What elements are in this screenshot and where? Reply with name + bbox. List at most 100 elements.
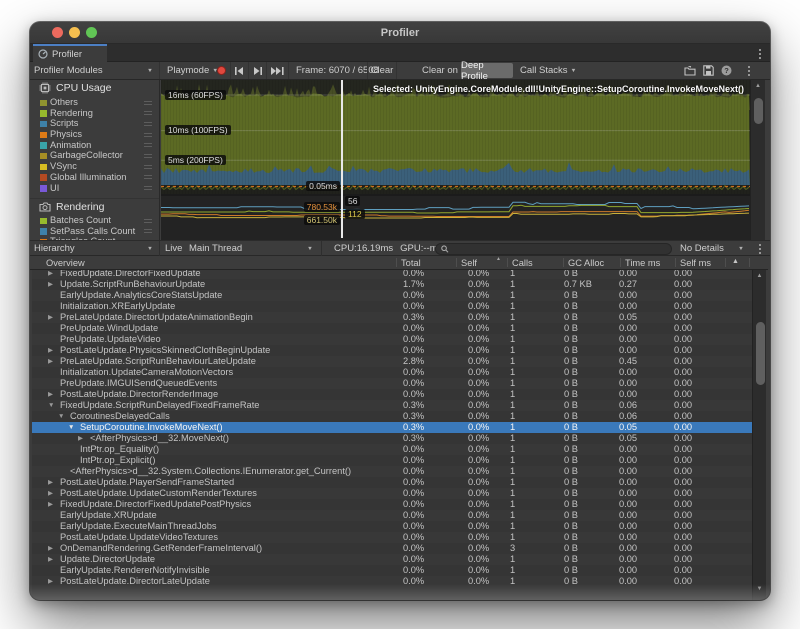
- collapse-arrow-icon[interactable]: ▼: [58, 411, 64, 423]
- collapse-arrow-icon[interactable]: ▼: [68, 422, 74, 434]
- legend-item[interactable]: VSync: [30, 161, 159, 172]
- legend-item[interactable]: Scripts: [30, 118, 159, 129]
- table-row[interactable]: IntPtr.op_Equality()0.0%0.0%10 B0.000.00: [32, 444, 752, 455]
- drag-handle-icon[interactable]: [144, 175, 152, 179]
- scroll-down-icon[interactable]: ▼: [753, 584, 766, 594]
- expand-arrow-icon[interactable]: ▶: [48, 356, 53, 368]
- col-time-ms[interactable]: Time ms: [625, 258, 660, 268]
- table-row[interactable]: ▼CoroutinesDelayedCalls0.3%0.0%10 B0.060…: [32, 411, 752, 422]
- legend-item[interactable]: GarbageCollector: [30, 150, 159, 161]
- col-total[interactable]: Total: [401, 258, 421, 268]
- table-row[interactable]: ▶PostLateUpdate.UpdateCustomRenderTextur…: [32, 488, 752, 499]
- warning-column-icon[interactable]: ▲: [732, 258, 739, 265]
- legend-item[interactable]: Batches Count: [30, 215, 159, 226]
- drag-handle-icon[interactable]: [144, 143, 152, 147]
- drag-handle-icon[interactable]: [144, 229, 152, 233]
- legend-item[interactable]: UI: [30, 183, 159, 194]
- load-profile-button[interactable]: [683, 62, 697, 79]
- toolbar-menu-icon[interactable]: [742, 62, 756, 79]
- table-row[interactable]: ▶PostLateUpdate.DirectorRenderImage0.0%0…: [32, 389, 752, 400]
- tab-menu-icon[interactable]: [759, 49, 761, 59]
- table-row[interactable]: Initialization.UpdateCameraMotionVectors…: [32, 367, 752, 378]
- frame-playhead[interactable]: [341, 80, 343, 238]
- expand-arrow-icon[interactable]: ▶: [48, 576, 53, 588]
- expand-arrow-icon[interactable]: ▶: [48, 488, 53, 500]
- col-gc-alloc[interactable]: GC Alloc: [568, 258, 604, 268]
- tab-profiler[interactable]: Profiler: [33, 44, 107, 62]
- col-self-ms[interactable]: Self ms: [680, 258, 711, 268]
- expand-arrow-icon[interactable]: ▶: [48, 345, 53, 357]
- chart-scrollbar[interactable]: ▲: [750, 80, 765, 240]
- table-row[interactable]: Initialization.XREarlyUpdate0.0%0.0%10 B…: [32, 301, 752, 312]
- table-row[interactable]: PreUpdate.UpdateVideo0.0%0.0%10 B0.000.0…: [32, 334, 752, 345]
- search-input[interactable]: [452, 244, 666, 254]
- table-row[interactable]: EarlyUpdate.RendererNotifyInvisible0.0%0…: [32, 565, 752, 576]
- table-row[interactable]: ▶PostLateUpdate.DirectorLateUpdate0.0%0.…: [32, 576, 752, 587]
- scroll-up-icon[interactable]: ▲: [751, 81, 765, 91]
- profiler-modules-dropdown[interactable]: Profiler Modules ▼: [30, 62, 160, 79]
- playmode-dropdown[interactable]: Playmode ▼: [163, 62, 211, 79]
- drag-handle-icon[interactable]: [144, 154, 152, 158]
- table-scrollbar-thumb[interactable]: [756, 322, 765, 385]
- hierarchy-table[interactable]: ▶FixedUpdate.DirectorFixedUpdate0.0%0.0%…: [32, 270, 752, 600]
- chart-scrollbar-thumb[interactable]: [754, 98, 763, 124]
- table-row[interactable]: ▶PostLateUpdate.PlayerSendFrameStarted0.…: [32, 477, 752, 488]
- table-row[interactable]: EarlyUpdate.ExecuteMainThreadJobs0.0%0.0…: [32, 521, 752, 532]
- search-field[interactable]: [435, 243, 672, 255]
- table-row[interactable]: <AfterPhysics>d__32.System.Collections.I…: [32, 466, 752, 477]
- details-dropdown[interactable]: No Details ▼: [676, 241, 748, 256]
- table-row[interactable]: PreUpdate.WindUpdate0.0%0.0%10 B0.000.00: [32, 323, 752, 334]
- help-button[interactable]: ?: [719, 62, 733, 79]
- record-button[interactable]: [213, 62, 231, 79]
- module-cpu-header[interactable]: CPU Usage: [30, 80, 159, 96]
- legend-item[interactable]: SetPass Calls Count: [30, 226, 159, 237]
- table-row[interactable]: EarlyUpdate.XRUpdate0.0%0.0%10 B0.000.00: [32, 510, 752, 521]
- table-row[interactable]: ▶FixedUpdate.DirectorFixedUpdatePostPhys…: [32, 499, 752, 510]
- drag-handle-icon[interactable]: [144, 101, 152, 105]
- table-row[interactable]: PreUpdate.IMGUISendQueuedEvents0.0%0.0%1…: [32, 378, 752, 389]
- current-frame-button[interactable]: [267, 62, 289, 79]
- deep-profile-button[interactable]: Deep Profile: [461, 63, 513, 78]
- table-row[interactable]: ▶PreLateUpdate.ScriptRunBehaviourLateUpd…: [32, 356, 752, 367]
- legend-item[interactable]: Animation: [30, 140, 159, 151]
- prev-frame-button[interactable]: [231, 62, 249, 79]
- table-row[interactable]: ▶Update.ScriptRunBehaviourUpdate1.7%0.0%…: [32, 279, 752, 290]
- table-row[interactable]: ▶PostLateUpdate.PhysicsSkinnedClothBegin…: [32, 345, 752, 356]
- table-row[interactable]: ▶Update.DirectorUpdate0.0%0.0%10 B0.000.…: [32, 554, 752, 565]
- col-overview[interactable]: Overview: [46, 258, 85, 268]
- col-calls[interactable]: Calls: [512, 258, 533, 268]
- table-row[interactable]: PostLateUpdate.UpdateVideoTextures0.0%0.…: [32, 532, 752, 543]
- save-profile-button[interactable]: [701, 62, 715, 79]
- drag-handle-icon[interactable]: [144, 133, 152, 137]
- rendering-chart[interactable]: 780.53k 661.50k 56 112: [161, 196, 750, 238]
- cpu-usage-chart[interactable]: 16ms (60FPS) 10ms (100FPS) 5ms (200FPS) …: [161, 80, 750, 194]
- legend-item[interactable]: Global Illumination: [30, 172, 159, 183]
- collapse-arrow-icon[interactable]: ▼: [48, 400, 54, 412]
- table-scrollbar[interactable]: ▲ ▼: [752, 270, 766, 600]
- table-row[interactable]: ▶<AfterPhysics>d__32.MoveNext()0.3%0.0%1…: [32, 433, 752, 444]
- thread-dropdown[interactable]: Main Thread ▼: [185, 241, 322, 256]
- col-self[interactable]: Self: [461, 258, 477, 268]
- table-row-selected[interactable]: ▼SetupCoroutine.InvokeMoveNext()0.3%0.0%…: [32, 422, 752, 433]
- expand-arrow-icon[interactable]: ▶: [48, 389, 53, 401]
- next-frame-button[interactable]: [249, 62, 267, 79]
- table-row[interactable]: ▼FixedUpdate.ScriptRunDelayedFixedFrameR…: [32, 400, 752, 411]
- drag-handle-icon[interactable]: [144, 122, 152, 126]
- legend-item[interactable]: Physics: [30, 129, 159, 140]
- table-row[interactable]: IntPtr.op_Explicit()0.0%0.0%10 B0.000.00: [32, 455, 752, 466]
- table-row[interactable]: ▶OnDemandRendering.GetRenderFrameInterva…: [32, 543, 752, 554]
- expand-arrow-icon[interactable]: ▶: [48, 279, 53, 291]
- drag-handle-icon[interactable]: [144, 111, 152, 115]
- expand-arrow-icon[interactable]: ▶: [48, 499, 53, 511]
- call-stacks-dropdown[interactable]: Call Stacks ▼: [516, 62, 580, 79]
- legend-item[interactable]: Others: [30, 97, 159, 108]
- table-row[interactable]: ▶PreLateUpdate.DirectorUpdateAnimationBe…: [32, 312, 752, 323]
- expand-arrow-icon[interactable]: ▶: [78, 433, 83, 445]
- expand-arrow-icon[interactable]: ▶: [48, 554, 53, 566]
- expand-arrow-icon[interactable]: ▶: [48, 543, 53, 555]
- expand-arrow-icon[interactable]: ▶: [48, 477, 53, 489]
- scroll-up-icon[interactable]: ▲: [753, 271, 766, 281]
- view-mode-dropdown[interactable]: Hierarchy ▼: [30, 241, 160, 256]
- drag-handle-icon[interactable]: [144, 165, 152, 169]
- table-row[interactable]: EarlyUpdate.AnalyticsCoreStatsUpdate0.0%…: [32, 290, 752, 301]
